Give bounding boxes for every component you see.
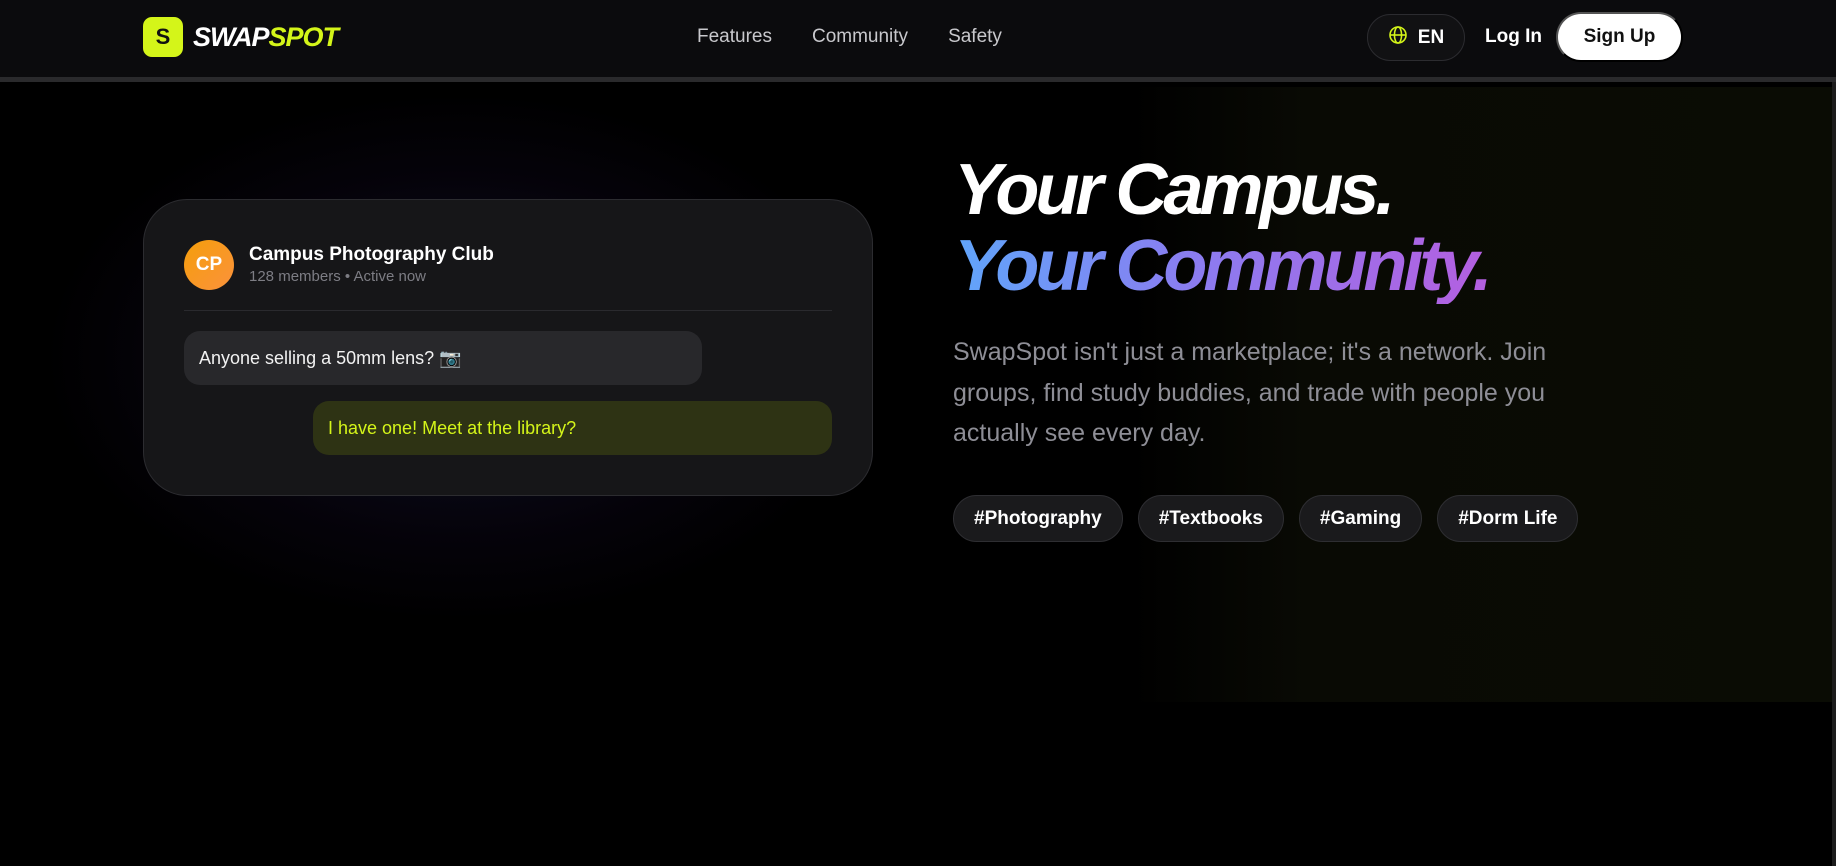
tag-dorm-life[interactable]: #Dorm Life bbox=[1437, 495, 1579, 542]
headline-line-2: Your Community. bbox=[954, 226, 1493, 306]
nav-links: Features Community Safety bbox=[697, 26, 1002, 48]
nav-link-safety[interactable]: Safety bbox=[948, 26, 1002, 48]
language-selector[interactable]: EN bbox=[1367, 14, 1465, 61]
globe-icon bbox=[1388, 25, 1408, 50]
top-nav: S SWAPSPOT Features Community Safety EN … bbox=[0, 0, 1836, 82]
group-name: Campus Photography Club bbox=[249, 244, 494, 265]
logo-wordmark: SWAPSPOT bbox=[193, 21, 340, 53]
logo-mark: S bbox=[143, 17, 183, 57]
interest-tags: #Photography #Textbooks #Gaming #Dorm Li… bbox=[953, 495, 1579, 542]
tag-photography[interactable]: #Photography bbox=[953, 495, 1123, 542]
tag-gaming[interactable]: #Gaming bbox=[1298, 495, 1423, 542]
incoming-message: Anyone selling a 50mm lens? 📷 bbox=[184, 331, 702, 385]
community-chat-card: CP Campus Photography Club 128 members •… bbox=[143, 199, 873, 496]
logo-wordmark-part1: SWAP bbox=[193, 21, 270, 52]
group-meta: 128 members • Active now bbox=[249, 268, 426, 285]
hero-description: SwapSpot isn't just a marketplace; it's … bbox=[953, 338, 1547, 447]
outgoing-message: I have one! Meet at the library? bbox=[313, 401, 832, 455]
tag-textbooks[interactable]: #Textbooks bbox=[1137, 495, 1284, 542]
card-divider bbox=[184, 310, 832, 311]
headline-line-1: Your Campus. bbox=[954, 150, 1395, 230]
nav-link-features[interactable]: Features bbox=[697, 26, 772, 48]
language-label: EN bbox=[1417, 26, 1445, 48]
page-scrollbar[interactable] bbox=[1832, 82, 1836, 866]
logo-wordmark-part2: SPOT bbox=[268, 21, 340, 52]
login-link[interactable]: Log In bbox=[1485, 26, 1542, 48]
hero-headline: Your Campus. Your Community. bbox=[954, 150, 1493, 306]
signup-button[interactable]: Sign Up bbox=[1556, 12, 1683, 62]
group-avatar: CP bbox=[184, 240, 234, 290]
nav-link-community[interactable]: Community bbox=[812, 26, 908, 48]
logo[interactable]: S SWAPSPOT bbox=[143, 17, 340, 57]
